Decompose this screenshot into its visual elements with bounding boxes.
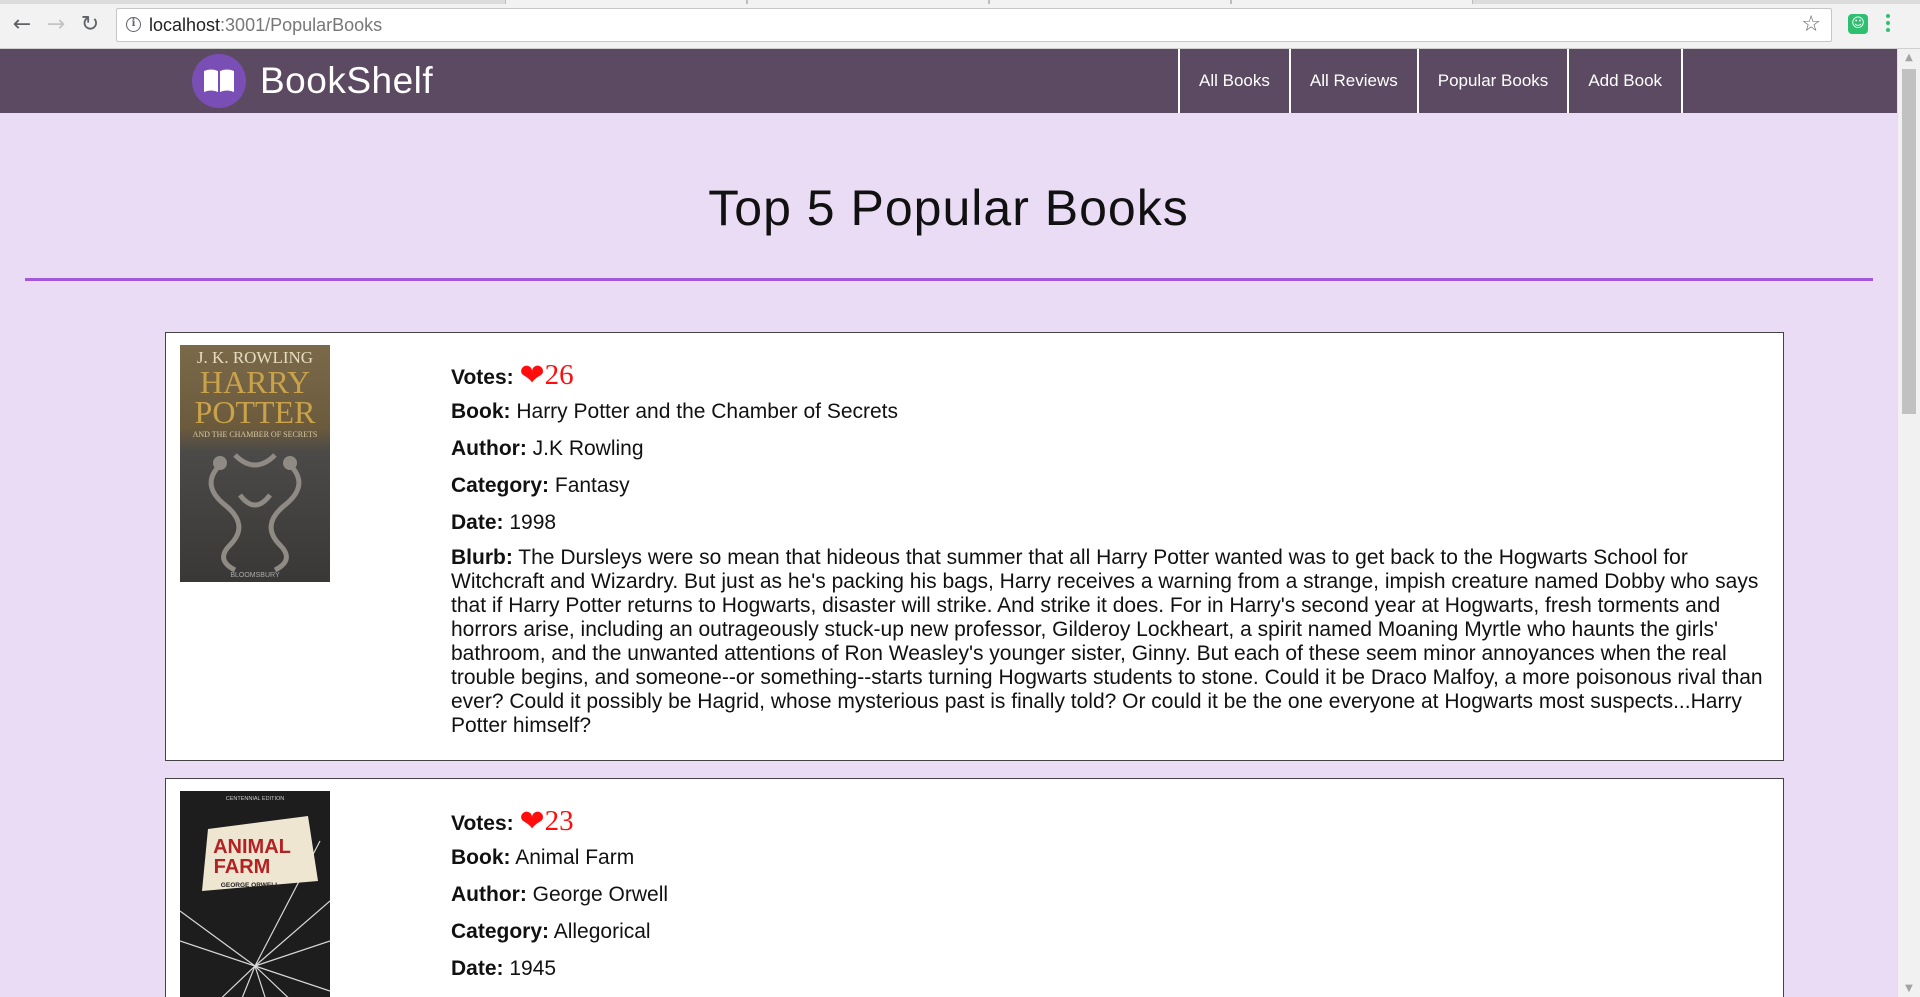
cover-title-1: ANIMAL <box>213 836 291 858</box>
nav-link-all-books[interactable]: All Books <box>1178 49 1289 113</box>
blurb-label: Blurb: <box>451 546 513 569</box>
info-icon[interactable]: i <box>126 17 141 32</box>
cover-subtitle: AND THE CHAMBER OF SECRETS <box>193 430 318 439</box>
browser-tab[interactable] <box>1231 0 1473 4</box>
tab-strip <box>0 0 1920 4</box>
votes-label: Votes: <box>451 366 514 389</box>
cover-title-2: POTTER <box>195 394 317 430</box>
book-label: Book: <box>451 846 511 869</box>
book-blurb: The Dursleys were so mean that hideous t… <box>451 546 1763 737</box>
nav-link-popular-books[interactable]: Popular Books <box>1416 49 1568 113</box>
date-label: Date: <box>451 957 504 980</box>
category-label: Category: <box>451 474 550 497</box>
forward-arrow-icon[interactable]: → <box>44 13 68 37</box>
app-viewport: BookShelf All Books All Reviews Popular … <box>0 49 1897 997</box>
votes-row: Votes: ❤23 <box>451 807 1767 844</box>
url-host: localhost <box>149 15 221 35</box>
browser-tab[interactable] <box>747 0 989 4</box>
heart-icon[interactable]: ❤ <box>519 358 544 393</box>
date-row: Date: 1945 <box>451 955 1767 992</box>
book-author: George Orwell <box>532 883 669 906</box>
book-date: 1945 <box>509 957 557 980</box>
cover-publisher: BLOOMSBURY <box>230 572 280 579</box>
nav-link-all-reviews[interactable]: All Reviews <box>1288 49 1417 113</box>
book-category: Fantasy <box>554 474 630 497</box>
page-title: Top 5 Popular Books <box>708 180 1189 236</box>
scrollbar-thumb[interactable] <box>1902 69 1916 414</box>
url-text[interactable]: localhost:3001/PopularBooks <box>149 15 382 36</box>
book-details: Votes: ❤26 Book: Harry Potter and the Ch… <box>451 361 1767 738</box>
extension-icon[interactable]: ☺ <box>1848 14 1868 34</box>
cover-author: GEORGE ORWELL <box>221 882 279 889</box>
scroll-down-arrow-icon[interactable]: ▼ <box>1898 980 1920 997</box>
brand-name: BookShelf <box>260 60 434 101</box>
book-category: Allegorical <box>553 920 651 943</box>
url-path: :3001/PopularBooks <box>220 15 383 35</box>
date-row: Date: 1998 <box>451 509 1767 546</box>
book-card: J. K. ROWLING HARRY POTTER AND THE CHAMB… <box>165 332 1784 761</box>
brand[interactable]: BookShelf <box>192 54 433 108</box>
category-row: Category: Fantasy <box>451 472 1767 509</box>
reload-icon[interactable]: ↻ <box>78 13 102 37</box>
date-label: Date: <box>451 511 504 534</box>
book-row: Book: Animal Farm <box>451 844 1767 881</box>
book-date: 1998 <box>509 511 557 534</box>
scroll-up-arrow-icon[interactable]: ▲ <box>1898 49 1920 66</box>
votes-count: 23 <box>544 805 574 837</box>
author-row: Author: J.K Rowling <box>451 435 1767 472</box>
cover-edition: CENTENNIAL EDITION <box>226 796 284 802</box>
blurb-row: Blurb: The Dursleys were so mean that hi… <box>451 546 1767 738</box>
book-author: J.K Rowling <box>532 437 644 460</box>
votes-label: Votes: <box>451 812 514 835</box>
book-title: Harry Potter and the Chamber of Secrets <box>516 400 899 423</box>
address-bar[interactable]: i localhost:3001/PopularBooks ☆ <box>116 8 1832 42</box>
nav-link-add-book[interactable]: Add Book <box>1567 49 1684 113</box>
book-label: Book: <box>451 400 511 423</box>
book-cover-image: J. K. ROWLING HARRY POTTER AND THE CHAMB… <box>180 345 330 582</box>
category-row: Category: Allegorical <box>451 918 1767 955</box>
author-label: Author: <box>451 437 527 460</box>
votes-count: 26 <box>544 359 574 391</box>
votes-row: Votes: ❤26 <box>451 361 1767 398</box>
browser-toolbar: ← → ↻ i localhost:3001/PopularBooks ☆ ☺ <box>0 0 1920 49</box>
browser-tab[interactable] <box>505 0 747 4</box>
title-divider <box>25 278 1873 281</box>
back-arrow-icon[interactable]: ← <box>10 13 34 37</box>
author-label: Author: <box>451 883 527 906</box>
book-row: Book: Harry Potter and the Chamber of Se… <box>451 398 1767 435</box>
category-label: Category: <box>451 920 550 943</box>
browser-tab[interactable] <box>989 0 1231 4</box>
book-card: CENTENNIAL EDITION ANIMAL FARM GEORGE OR… <box>165 778 1784 997</box>
book-title: Animal Farm <box>515 846 635 869</box>
heart-icon[interactable]: ❤ <box>519 804 544 839</box>
bookmark-star-icon[interactable]: ☆ <box>1801 12 1821 37</box>
navbar: BookShelf All Books All Reviews Popular … <box>0 49 1897 113</box>
browser-menu-icon[interactable] <box>1878 11 1898 35</box>
page-scrollbar[interactable]: ▲ ▼ <box>1897 49 1920 997</box>
book-cover-image: CENTENNIAL EDITION ANIMAL FARM GEORGE OR… <box>179 791 331 997</box>
book-details: Votes: ❤23 Book: Animal Farm Author: Geo… <box>451 807 1767 992</box>
cover-title-2: FARM <box>214 856 271 878</box>
nav-links: All Books All Reviews Popular Books Add … <box>1178 49 1684 113</box>
open-book-icon <box>192 54 246 108</box>
author-row: Author: George Orwell <box>451 881 1767 918</box>
